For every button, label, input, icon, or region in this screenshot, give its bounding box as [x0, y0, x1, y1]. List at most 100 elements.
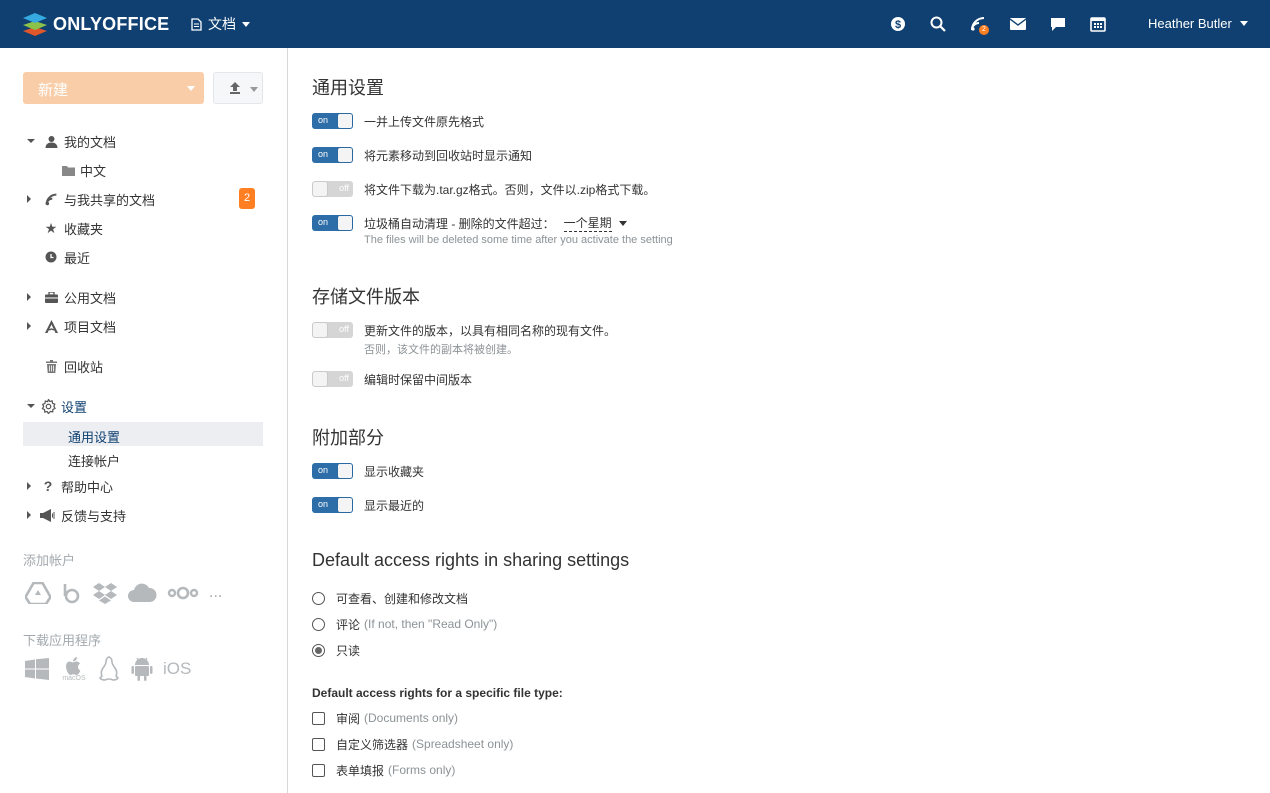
- sidebar-item-connected-accounts[interactable]: 连接帐户: [23, 446, 263, 470]
- default-access-rights-title: Default access rights in sharing setting…: [312, 550, 630, 570]
- module-label: 文档: [208, 16, 236, 32]
- access-option[interactable]: 评论 (If not, then "Read Only"): [312, 615, 497, 633]
- expand-arrow-icon[interactable]: [27, 195, 31, 203]
- google-drive-icon[interactable]: [25, 582, 51, 604]
- setting-hint: The files will be deleted some time afte…: [364, 234, 673, 246]
- radio-button[interactable]: [312, 617, 325, 631]
- dropbox-icon[interactable]: [93, 582, 117, 604]
- option-note: (If not, then "Read Only"): [364, 617, 498, 631]
- sidebar-item-label: 最近: [64, 250, 91, 266]
- sidebar-item-label: 设置: [61, 399, 88, 415]
- linux-icon[interactable]: [99, 656, 121, 682]
- toggle-switch[interactable]: on: [312, 215, 353, 231]
- setting-label: 将元素移动到回收站时显示通知: [364, 148, 533, 163]
- megaphone-icon: [39, 507, 55, 523]
- sidebar-item-label: 连接帐户: [68, 454, 121, 469]
- general-settings-title: 通用设置: [312, 78, 384, 98]
- sidebar: 新建 我的文档 中文 与我共享的文档 2 ★ 收藏夹 最近 公用文档 项目文档 …: [0, 48, 288, 793]
- expand-arrow-icon[interactable]: [27, 322, 31, 330]
- setting-upload-original-format: on 一并上传文件原先格式: [312, 112, 484, 130]
- app-icons-row: macOS iOS: [25, 656, 191, 682]
- toggle-switch[interactable]: on: [312, 113, 353, 129]
- option-note: (Documents only): [364, 711, 459, 725]
- file-type-option[interactable]: 自定义筛选器 (Spreadsheet only): [312, 735, 513, 753]
- option-label: 评论: [336, 617, 361, 632]
- macos-app-link[interactable]: macOS: [59, 656, 89, 682]
- user-name: Heather Butler: [1148, 16, 1232, 31]
- toggle-switch[interactable]: off: [312, 322, 353, 338]
- more-accounts-icon[interactable]: ...: [209, 584, 222, 602]
- sidebar-item-label: 收藏夹: [64, 221, 104, 237]
- onlyoffice-logo-icon: [23, 13, 47, 36]
- shared-count-badge: 2: [239, 188, 255, 209]
- option-label: 表单填报: [336, 763, 385, 778]
- additional-sections-title: 附加部分: [312, 428, 384, 448]
- sidebar-item-general-settings[interactable]: 通用设置: [23, 422, 263, 446]
- upload-icon: [230, 82, 240, 94]
- payments-icon[interactable]: $: [888, 14, 908, 34]
- chevron-down-icon: [1239, 21, 1248, 26]
- nextcloud-icon[interactable]: [167, 586, 199, 600]
- expand-arrow-icon[interactable]: [27, 482, 31, 490]
- access-option[interactable]: 只读: [312, 641, 360, 659]
- projects-icon: [43, 318, 59, 334]
- windows-icon[interactable]: [25, 658, 49, 680]
- new-button[interactable]: 新建: [23, 72, 204, 104]
- ios-app-link[interactable]: iOS: [163, 659, 191, 679]
- file-type-option[interactable]: 表单填报 (Forms only): [312, 761, 455, 779]
- file-type-access-title: Default access rights for a specific fil…: [312, 686, 563, 700]
- box-icon[interactable]: [61, 582, 83, 604]
- toggle-switch[interactable]: off: [312, 181, 353, 197]
- file-type-option[interactable]: 审阅 (Documents only): [312, 709, 458, 727]
- dropdown-value: 一个星期: [563, 216, 612, 230]
- upload-button[interactable]: [213, 72, 263, 104]
- expand-arrow-icon[interactable]: [27, 404, 35, 408]
- chevron-down-icon: [187, 86, 195, 91]
- sidebar-item-label: 通用设置: [68, 430, 121, 445]
- checkbox[interactable]: [312, 763, 325, 777]
- folder-icon: [60, 162, 76, 178]
- access-option[interactable]: 可查看、创建和修改文档: [312, 589, 468, 607]
- sidebar-item-label: 中文: [80, 163, 107, 179]
- clock-icon: [43, 249, 59, 265]
- onlyoffice-logo[interactable]: ONLYOFFICE: [22, 11, 169, 37]
- macos-label: macOS: [62, 674, 86, 682]
- module-switcher[interactable]: 文档: [190, 14, 250, 34]
- mail-icon[interactable]: [1008, 14, 1028, 34]
- checkbox[interactable]: [312, 711, 325, 725]
- toggle-switch[interactable]: off: [312, 371, 353, 387]
- new-button-label: 新建: [38, 82, 69, 99]
- search-icon[interactable]: [928, 14, 948, 34]
- toggle-switch[interactable]: on: [312, 497, 353, 513]
- trash-period-dropdown[interactable]: 一个星期: [563, 214, 612, 232]
- option-label: 可查看、创建和修改文档: [336, 591, 469, 606]
- option-label: 只读: [336, 643, 361, 658]
- sidebar-item-label: 反馈与支持: [61, 508, 127, 524]
- setting-label: 编辑时保留中间版本: [364, 372, 473, 387]
- feed-icon[interactable]: 2: [968, 14, 989, 35]
- chat-icon[interactable]: [1048, 14, 1068, 34]
- setting-label: 更新文件的版本，以具有相同名称的现有文件。: [364, 323, 617, 338]
- chevron-down-icon[interactable]: [618, 220, 627, 226]
- calendar-icon[interactable]: [1088, 14, 1108, 34]
- trash-icon: [43, 358, 59, 374]
- cloud-icon[interactable]: [127, 583, 157, 603]
- toggle-switch[interactable]: on: [312, 463, 353, 479]
- expand-arrow-icon[interactable]: [27, 511, 31, 519]
- user-menu[interactable]: Heather Butler: [1148, 16, 1248, 31]
- radio-button[interactable]: [312, 591, 325, 605]
- toggle-switch[interactable]: on: [312, 147, 353, 163]
- versions-title: 存储文件版本: [312, 287, 420, 307]
- expand-arrow-icon[interactable]: [27, 293, 31, 301]
- sidebar-item-label: 帮助中心: [61, 479, 114, 495]
- android-icon[interactable]: [131, 657, 153, 681]
- download-apps-label: 下载应用程序: [23, 633, 102, 648]
- checkbox[interactable]: [312, 737, 325, 751]
- setting-trash-notification: on 将元素移动到回收站时显示通知: [312, 146, 532, 164]
- expand-arrow-icon[interactable]: [27, 139, 35, 143]
- briefcase-icon: [43, 289, 59, 305]
- setting-download-tar-gz: off 将文件下载为.tar.gz格式。否则，文件以.zip格式下载。: [312, 180, 655, 198]
- radio-button[interactable]: [312, 643, 325, 657]
- setting-label: 垃圾桶自动清理 - 删除的文件超过：: [364, 216, 555, 231]
- share-icon: [43, 191, 59, 207]
